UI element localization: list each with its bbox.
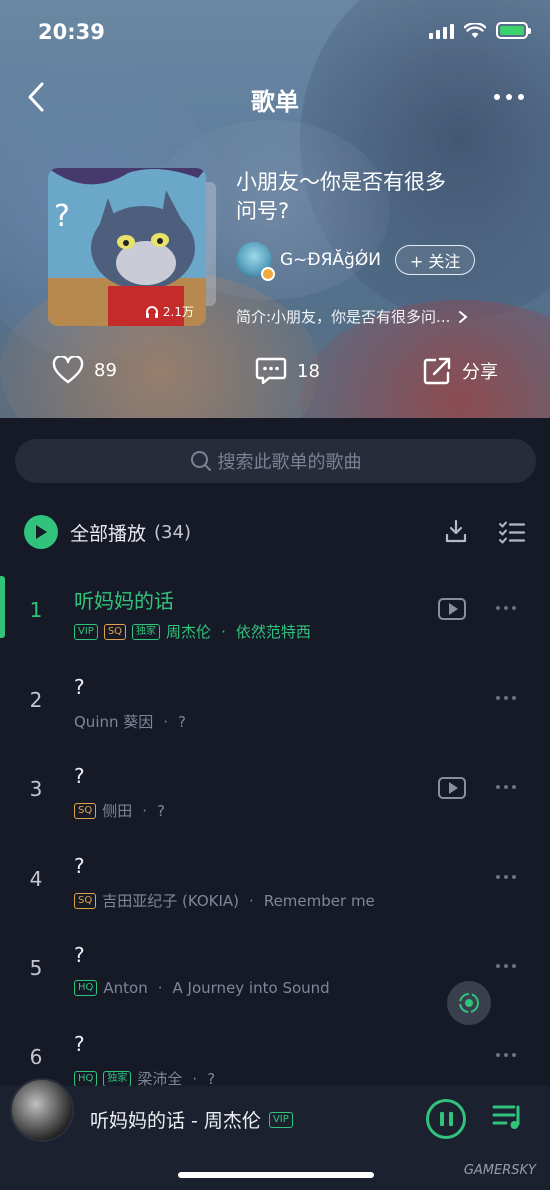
now-playing[interactable]: 听妈妈的话 - 周杰伦 VIP [90,1106,299,1133]
comment-button[interactable]: 18 [255,356,320,386]
song-row[interactable]: 4 ? SQ 吉田亚纪子 (KOKIA) · Remember me [0,845,550,931]
pause-button[interactable] [426,1099,466,1139]
song-artist: Quinn 葵因 [74,713,154,731]
song-album: Remember me [263,891,375,910]
song-title: ? [74,675,85,699]
status-icons [429,22,531,39]
song-index: 5 [29,956,43,980]
song-more-icon[interactable] [496,1053,516,1057]
song-meta: HQ Anton · A Journey into Sound [74,979,330,997]
song-artist: 吉田亚纪子 (KOKIA) [102,892,240,910]
vip-badge-icon [261,267,275,281]
play-all-button[interactable] [24,515,58,549]
song-title: ? [74,854,85,878]
song-title: ? [74,1032,85,1056]
song-index: 1 [29,598,43,622]
share-icon [423,357,451,385]
song-row[interactable]: 2 ? Quinn 葵因 · ? [0,666,550,752]
signal-icon [429,23,454,39]
song-row[interactable]: 3 ? SQ 侧田 · ? [0,755,550,841]
song-artist: Anton [103,979,148,997]
battery-icon [496,22,531,39]
playlist-cover[interactable]: ? 2.1万 [48,168,206,326]
song-artist: 侧田 [102,802,133,820]
sq-tag: SQ [74,892,97,909]
song-artist: 周杰伦 [166,623,212,641]
page-title: 歌单 [251,88,299,116]
song-title: ? [74,764,85,788]
locate-current-song-button[interactable] [447,981,491,1025]
creator-row: G~ĐЯĂğǾИ + 关注 [236,242,476,281]
song-album: 依然范特西 [235,623,311,641]
vip-tag: VIP [74,623,98,640]
svg-text:?: ? [54,199,70,234]
more-icon[interactable] [494,94,524,100]
chevron-right-icon [459,310,468,323]
song-title: ? [74,943,85,967]
song-album: ? [157,801,165,820]
target-icon [459,993,479,1013]
play-icon [36,525,47,539]
song-more-icon[interactable] [496,606,516,610]
playlist-intro[interactable]: 简介:小朋友，你是否有很多问... [236,306,516,327]
song-more-icon[interactable] [496,696,516,700]
home-indicator[interactable] [178,1172,374,1178]
listen-count-value: 2.1万 [162,305,194,319]
intro-text: 简介:小朋友，你是否有很多问... [236,308,451,326]
multi-select-icon[interactable] [498,520,526,544]
comment-icon [255,357,287,385]
creator-avatar[interactable] [236,242,275,281]
song-album: ? [207,1069,216,1088]
song-index: 4 [29,867,43,891]
playlist-actions: 89 18 分享 [0,356,550,396]
hq-tag: HQ [74,980,98,996]
song-more-icon[interactable] [496,785,516,789]
player-album-art[interactable] [10,1078,74,1142]
search-input[interactable]: 搜索此歌单的歌曲 [15,439,536,483]
playlist-queue-icon[interactable] [492,1102,524,1132]
song-meta: SQ 侧田 · ? [74,800,165,821]
comment-count: 18 [297,360,320,382]
song-meta: VIP SQ 独家 周杰伦 · 依然范特西 [74,621,311,642]
sq-tag: SQ [103,623,127,640]
song-title: 听妈妈的话 [74,589,174,613]
now-playing-title: 听妈妈的话 - 周杰伦 [90,1110,261,1132]
status-time: 20:39 [38,20,105,44]
playlist-title: 小朋友～你是否有很多问号? [236,170,446,223]
play-all-label[interactable]: 全部播放 [70,519,146,546]
like-button[interactable]: 89 [52,356,117,384]
song-album: ? [178,712,187,731]
vip-tag: VIP [268,1111,293,1128]
mv-icon[interactable] [438,777,466,799]
like-count: 89 [94,359,117,381]
share-label: 分享 [462,362,498,383]
heart-icon [52,356,84,384]
song-more-icon[interactable] [496,875,516,879]
exclusive-tag: 独家 [103,1070,132,1087]
search-icon [190,451,211,471]
watermark: GAMERSKY [463,1163,536,1178]
creator-name[interactable]: G~ĐЯĂğǾИ [280,250,381,270]
sq-tag: SQ [74,802,97,819]
song-more-icon[interactable] [496,964,516,968]
mv-icon[interactable] [438,598,466,620]
song-album: A Journey into Sound [172,979,330,997]
song-count: (34) [154,521,191,543]
song-meta: Quinn 葵因 · ? [74,712,187,732]
song-meta: SQ 吉田亚纪子 (KOKIA) · Remember me [74,890,375,911]
follow-button[interactable]: + 关注 [394,245,476,275]
song-row[interactable]: 1 听妈妈的话 VIP SQ 独家 周杰伦 · 依然范特西 [0,576,550,662]
hq-tag: HQ [74,1070,98,1087]
search-placeholder: 搜索此歌单的歌曲 [217,452,362,473]
share-button[interactable]: 分享 [422,356,498,386]
song-index: 2 [29,688,43,712]
download-icon[interactable] [444,519,468,545]
song-index: 6 [29,1045,43,1069]
song-index: 3 [29,777,43,801]
play-all-row: 全部播放 (34) [24,512,526,552]
listen-count: 2.1万 [145,303,194,320]
headphones-icon [145,306,158,318]
exclusive-tag: 独家 [132,623,161,640]
wifi-icon [464,22,486,38]
